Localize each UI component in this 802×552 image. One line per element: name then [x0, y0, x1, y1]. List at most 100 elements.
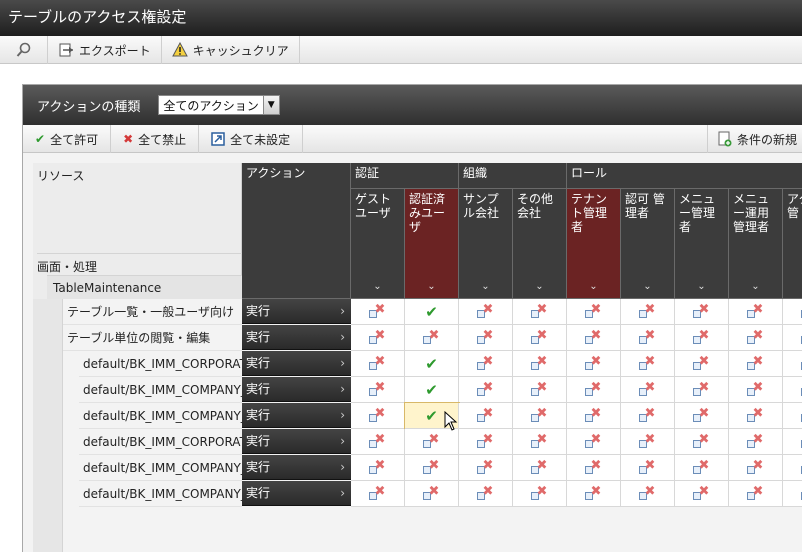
permission-cell[interactable]: ✖ [621, 481, 675, 507]
permission-cell[interactable]: ✖ [351, 325, 405, 351]
resource-row-label[interactable]: default/BK_IMM_COMPANY_POST [79, 481, 242, 507]
permission-cell[interactable]: ✖ [459, 351, 513, 377]
permission-cell[interactable]: ✖ [729, 325, 783, 351]
permission-cell[interactable]: ✖ [459, 455, 513, 481]
permission-cell[interactable]: ✖ [459, 299, 513, 325]
action-execute-button[interactable]: 実行 › [242, 325, 351, 350]
permission-cell[interactable]: ✖ [567, 403, 621, 429]
permission-cell[interactable]: ✖ [459, 377, 513, 403]
permission-cell[interactable]: ✖ [783, 351, 802, 377]
action-execute-button[interactable]: 実行 › [242, 299, 351, 324]
permission-cell[interactable]: ✖ [513, 299, 567, 325]
action-type-select[interactable]: 全てのアクション ▼ [158, 95, 280, 115]
resource-row-label[interactable]: default/BK_IMM_COMPANY_ORP_INC_ATH [79, 455, 242, 481]
permission-cell[interactable]: ✖ [729, 403, 783, 429]
column-header[interactable]: アクト管⌄ [783, 189, 802, 299]
cache-clear-button[interactable]: キャッシュクリア [162, 36, 300, 64]
permission-cell[interactable]: ✖ [621, 403, 675, 429]
action-execute-button[interactable]: 実行 › [242, 377, 351, 402]
permission-cell[interactable]: ✖ [729, 455, 783, 481]
permission-cell[interactable]: ✖ [405, 429, 459, 455]
column-header[interactable]: サンプル会社 ⌄ [459, 189, 513, 299]
permission-cell[interactable]: ✖ [783, 455, 802, 481]
permission-cell[interactable]: ✖ [567, 429, 621, 455]
permission-cell[interactable]: ✖ [621, 455, 675, 481]
permission-cell[interactable]: ✖ [783, 325, 802, 351]
permission-cell[interactable]: ✖ [675, 481, 729, 507]
permission-cell[interactable]: ✖ [675, 325, 729, 351]
permission-cell[interactable]: ✖ [567, 377, 621, 403]
allow-all-button[interactable]: ✔ 全て許可 [23, 125, 112, 153]
action-execute-button[interactable]: 実行 › [242, 351, 351, 376]
column-header[interactable]: メニュー運用管理者 ⌄ [729, 189, 783, 299]
permission-cell[interactable]: ✖ [567, 325, 621, 351]
permission-cell[interactable]: ✔ [405, 299, 459, 325]
permission-cell[interactable]: ✖ [675, 351, 729, 377]
permission-cell[interactable]: ✔ [405, 377, 459, 403]
permission-cell[interactable]: ✖ [513, 351, 567, 377]
permission-cell[interactable]: ✖ [675, 403, 729, 429]
permission-cell[interactable]: ✖ [513, 403, 567, 429]
permission-cell[interactable]: ✖ [459, 481, 513, 507]
export-button[interactable]: エクスポート [48, 36, 162, 64]
permission-cell[interactable]: ✖ [567, 351, 621, 377]
permission-cell[interactable]: ✖ [675, 299, 729, 325]
permission-cell[interactable]: ✖ [675, 429, 729, 455]
permission-cell[interactable]: ✖ [513, 377, 567, 403]
resource-row-label[interactable]: default/BK_IMM_COMPANY_ORP_ATH [79, 403, 242, 429]
resource-row-label[interactable]: default/BK_IMM_CORPORATION [79, 351, 242, 377]
permission-cell[interactable]: ✖ [621, 377, 675, 403]
permission-cell[interactable]: ✖ [621, 351, 675, 377]
permission-cell[interactable]: ✖ [621, 429, 675, 455]
permission-cell[interactable]: ✖ [513, 455, 567, 481]
permission-cell[interactable]: ✖ [729, 429, 783, 455]
permission-cell[interactable]: ✖ [351, 403, 405, 429]
permission-cell[interactable]: ✖ [675, 455, 729, 481]
column-header[interactable]: 認証済みユーザ ⌄ [405, 189, 459, 299]
permission-cell[interactable]: ✖ [459, 403, 513, 429]
permission-cell[interactable]: ✖ [405, 481, 459, 507]
new-condition-button[interactable]: 条件の新規 [707, 125, 797, 153]
table-maintenance-node[interactable]: TableMaintenance [47, 275, 242, 299]
resource-row-label[interactable]: テーブル単位の閲覧・編集 [63, 325, 242, 351]
column-header[interactable]: メニュー管理者 ⌄ [675, 189, 729, 299]
permission-cell[interactable]: ✖ [351, 429, 405, 455]
permission-cell[interactable]: ✖ [567, 481, 621, 507]
permission-cell[interactable]: ✖ [513, 481, 567, 507]
action-execute-button[interactable]: 実行 › [242, 429, 351, 454]
resource-row-label[interactable]: default/BK_IMM_COMPANY_ORP [79, 377, 242, 403]
permission-cell[interactable]: ✖ [405, 325, 459, 351]
permission-cell[interactable]: ✖ [567, 455, 621, 481]
resource-row-label[interactable]: テーブル一覧・一般ユーザ向け [63, 299, 242, 325]
permission-cell[interactable]: ✖ [783, 429, 802, 455]
permission-cell[interactable]: ✔ [405, 351, 459, 377]
permission-cell[interactable]: ✖ [513, 325, 567, 351]
search-button[interactable] [0, 36, 48, 64]
permission-cell[interactable]: ✖ [621, 325, 675, 351]
permission-cell[interactable]: ✖ [729, 377, 783, 403]
permission-cell[interactable]: ✖ [567, 299, 621, 325]
permission-cell[interactable]: ✖ [405, 455, 459, 481]
deny-all-button[interactable]: ✖ 全て禁止 [111, 125, 200, 153]
permission-cell[interactable]: ✖ [351, 377, 405, 403]
column-header[interactable]: ゲストユーザ ⌄ [351, 189, 405, 299]
permission-cell[interactable]: ✖ [783, 377, 802, 403]
permission-cell[interactable]: ✖ [351, 455, 405, 481]
resource-row-label[interactable]: default/BK_IMM_CORPORATION_ATH [79, 429, 242, 455]
action-execute-button[interactable]: 実行 › [242, 455, 351, 480]
permission-cell[interactable]: ✖ [351, 299, 405, 325]
unset-all-button[interactable]: 全て未設定 [199, 125, 304, 153]
action-execute-button[interactable]: 実行 › [242, 481, 351, 506]
permission-cell[interactable]: ✖ [513, 429, 567, 455]
column-header[interactable]: テナント管理者 ⌄ [567, 189, 621, 299]
action-execute-button[interactable]: 実行 › [242, 403, 351, 428]
permission-cell[interactable]: ✖ [783, 299, 802, 325]
permission-cell[interactable]: ✖ [675, 377, 729, 403]
permission-cell[interactable]: ✖ [351, 481, 405, 507]
permission-cell[interactable]: ✖ [783, 403, 802, 429]
permission-cell[interactable]: ✖ [459, 429, 513, 455]
permission-cell[interactable]: ✖ [351, 351, 405, 377]
column-header[interactable]: その他会社 ⌄ [513, 189, 567, 299]
permission-cell[interactable]: ✖ [729, 351, 783, 377]
permission-cell[interactable]: ✖ [459, 325, 513, 351]
